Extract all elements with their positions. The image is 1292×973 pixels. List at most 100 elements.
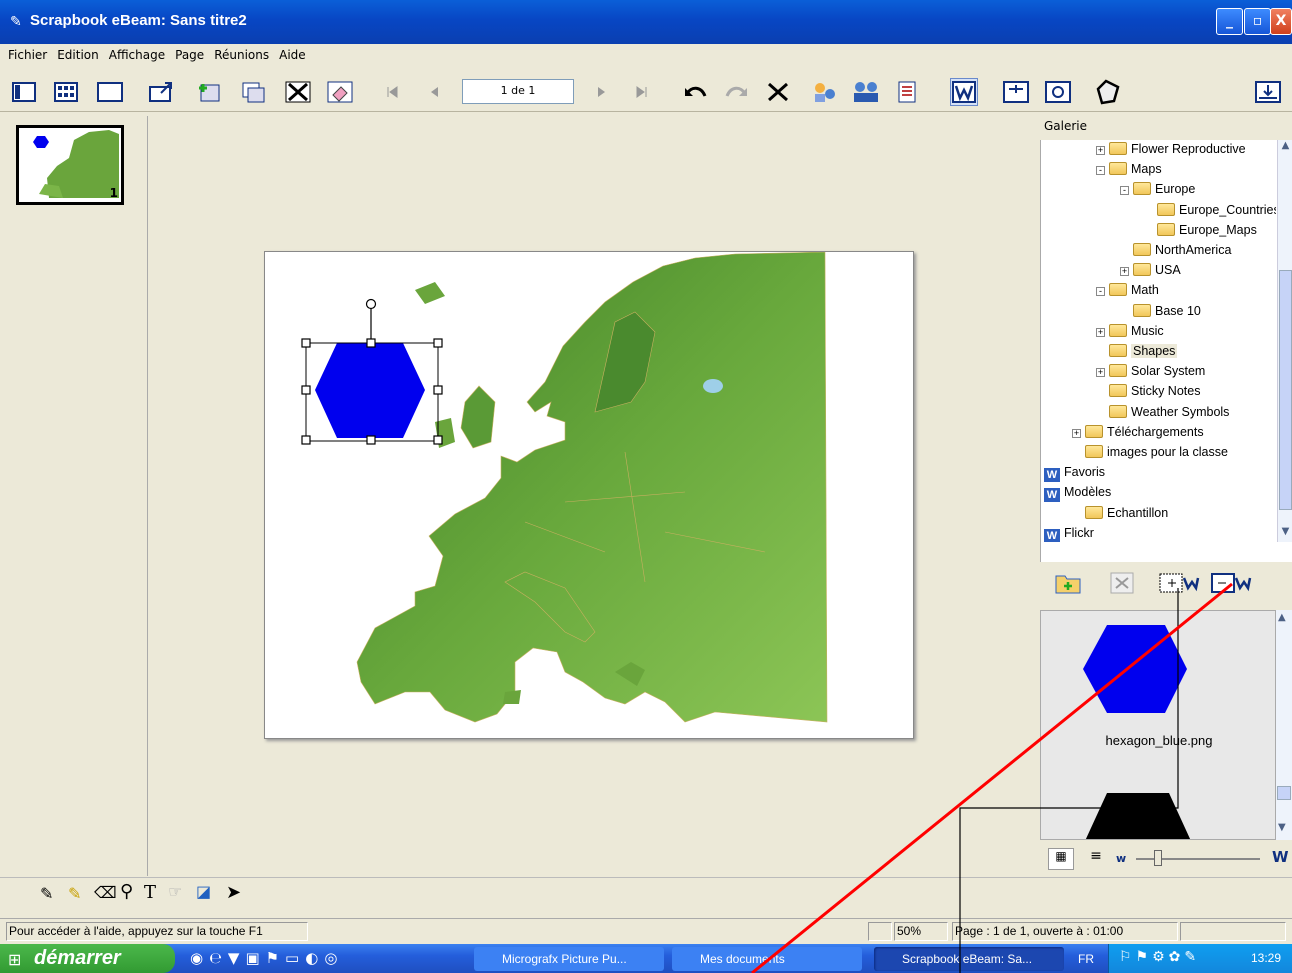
redo-icon[interactable] <box>722 78 750 106</box>
ebeam-folder-icon: W <box>1044 468 1060 483</box>
language-indicator[interactable]: FR <box>1078 952 1094 966</box>
add-page-icon[interactable] <box>196 78 224 106</box>
tree-item[interactable]: images pour la classe <box>1072 445 1228 459</box>
duplicate-page-icon[interactable] <box>240 78 268 106</box>
trapezoid-preview-image[interactable] <box>1085 791 1191 840</box>
tree-item[interactable]: Base 10 <box>1120 303 1201 318</box>
minimize-button[interactable]: _ <box>1216 8 1243 35</box>
view-single-icon[interactable] <box>10 78 38 106</box>
tree-item[interactable]: Weather Symbols <box>1096 404 1229 419</box>
gallery-scrollbar[interactable]: ▲ ▼ <box>1277 140 1292 542</box>
ebeam-mode-icon[interactable] <box>950 78 978 106</box>
tree-item-label: Maps <box>1131 162 1162 177</box>
list-view-icon[interactable]: ≡ <box>1084 848 1108 870</box>
tree-item[interactable]: Europe_Countries <box>1144 202 1276 217</box>
capture-window-icon[interactable] <box>1044 78 1072 106</box>
tree-item[interactable]: Echantillon <box>1072 505 1168 520</box>
pointer-hand-icon[interactable]: ☞ <box>168 882 182 901</box>
menu-aide[interactable]: Aide <box>279 48 306 62</box>
tree-expander-icon[interactable]: - <box>1096 166 1105 176</box>
menu-edition[interactable]: Edition <box>57 48 99 62</box>
tree-item[interactable]: - Maps <box>1096 162 1162 176</box>
select-arrow-icon[interactable]: ➤ <box>226 882 241 903</box>
tree-item[interactable]: + Flower Reproductive <box>1096 142 1246 156</box>
tree-expander-icon[interactable]: + <box>1096 368 1105 378</box>
view-grid-icon[interactable] <box>52 78 80 106</box>
zoom-icon[interactable]: ⚲ <box>120 881 133 902</box>
maximize-button[interactable]: ▫ <box>1244 8 1271 35</box>
ebeam-folder-icon: W <box>1044 488 1060 503</box>
meeting-users-icon[interactable] <box>852 78 880 106</box>
quick-launch-icons[interactable]: ◉℮▼▣⚑▭◐◎ <box>190 949 343 967</box>
meeting-notes-icon[interactable] <box>894 78 922 106</box>
tree-item[interactable]: - Europe <box>1120 182 1195 196</box>
window-title: Scrapbook eBeam: Sans titre2 <box>30 12 247 29</box>
start-button[interactable]: démarrer <box>0 944 175 973</box>
add-page-to-gallery-icon[interactable] <box>1210 570 1254 596</box>
slide-page[interactable] <box>264 251 914 739</box>
page-number-field[interactable]: 1 de 1 <box>462 79 574 104</box>
folder-icon <box>1157 202 1175 216</box>
meeting-share-icon[interactable] <box>812 78 840 106</box>
folder-icon <box>1157 222 1175 236</box>
resize-page-icon[interactable] <box>148 78 176 106</box>
tree-expander-icon[interactable]: + <box>1096 327 1105 337</box>
delete-item-icon[interactable] <box>1108 570 1136 596</box>
next-page-icon[interactable] <box>588 78 616 106</box>
tray-icons[interactable]: ⚐⚑⚙✿✎ <box>1119 949 1200 965</box>
tree-expander-icon[interactable]: + <box>1072 428 1081 438</box>
previous-page-icon[interactable] <box>420 78 448 106</box>
hexagon-preview-image[interactable] <box>1081 623 1191 715</box>
tree-item[interactable]: W Flickr <box>1044 526 1094 542</box>
highlighter-icon[interactable]: ✎ <box>68 884 81 903</box>
small-size-icon: w <box>1116 852 1127 865</box>
status-help-text: Pour accéder à l'aide, appuyez sur la to… <box>6 922 308 941</box>
camera-icon[interactable] <box>1094 78 1122 106</box>
close-button[interactable]: X <box>1270 8 1292 35</box>
clear-page-icon[interactable] <box>326 78 354 106</box>
delete-icon[interactable] <box>764 78 792 106</box>
task-scrapbook[interactable]: Scrapbook eBeam: Sa... <box>874 947 1064 971</box>
menu-affichage[interactable]: Affichage <box>109 48 165 62</box>
task-mes-documents[interactable]: Mes documents <box>672 947 862 971</box>
tree-item[interactable]: NorthAmerica <box>1120 243 1231 257</box>
tree-expander-icon[interactable]: + <box>1120 267 1129 277</box>
delete-page-icon[interactable] <box>284 78 312 106</box>
text-tool-icon[interactable]: T <box>144 882 156 903</box>
app-icon[interactable]: ✎ <box>10 14 22 30</box>
grid-view-icon[interactable]: ▦ <box>1048 848 1074 870</box>
menu-page[interactable]: Page <box>175 48 204 62</box>
capture-area-icon[interactable] <box>1002 78 1030 106</box>
tree-item[interactable]: + USA <box>1120 263 1181 277</box>
undo-icon[interactable] <box>682 78 710 106</box>
tree-expander-icon[interactable]: - <box>1120 186 1129 196</box>
toggle-gallery-icon[interactable] <box>1254 78 1282 106</box>
fill-tool-icon[interactable]: ◪ <box>196 882 211 901</box>
tree-item[interactable]: W Favoris <box>1044 465 1105 483</box>
tree-expander-icon[interactable]: + <box>1096 146 1105 155</box>
tree-item[interactable]: + Music <box>1096 323 1164 338</box>
tree-item[interactable]: Europe_Maps <box>1144 222 1257 237</box>
tree-expander-icon[interactable]: - <box>1096 287 1105 297</box>
page-thumbnail[interactable]: 1 <box>16 125 124 205</box>
pen-icon[interactable]: ✎ <box>40 884 53 903</box>
menu-fichier[interactable]: Fichier <box>8 48 47 62</box>
task-micrografx[interactable]: Micrografx Picture Pu... <box>474 947 664 971</box>
size-slider-thumb[interactable] <box>1154 850 1162 866</box>
tree-item[interactable]: - Math <box>1096 283 1159 297</box>
eraser-icon[interactable]: ⌫ <box>94 883 117 902</box>
preview-scrollbar[interactable]: ▲ ▼ <box>1276 610 1292 840</box>
add-to-gallery-icon[interactable] <box>1158 570 1200 596</box>
view-full-icon[interactable] <box>96 78 124 106</box>
tree-item[interactable]: + Téléchargements <box>1072 424 1204 439</box>
last-page-icon[interactable] <box>628 78 656 106</box>
tree-item[interactable]: + Solar System <box>1096 364 1205 378</box>
tree-item-label: Téléchargements <box>1107 424 1204 439</box>
first-page-icon[interactable] <box>378 78 406 106</box>
tree-item[interactable]: Sticky Notes <box>1096 384 1200 398</box>
new-folder-icon[interactable] <box>1054 570 1082 596</box>
menu-reunions[interactable]: Réunions <box>214 48 269 62</box>
tree-item[interactable]: Shapes <box>1096 344 1178 358</box>
tree-item[interactable]: W Modèles <box>1044 485 1111 503</box>
gallery-preview[interactable]: hexagon_blue.png <box>1040 610 1276 840</box>
